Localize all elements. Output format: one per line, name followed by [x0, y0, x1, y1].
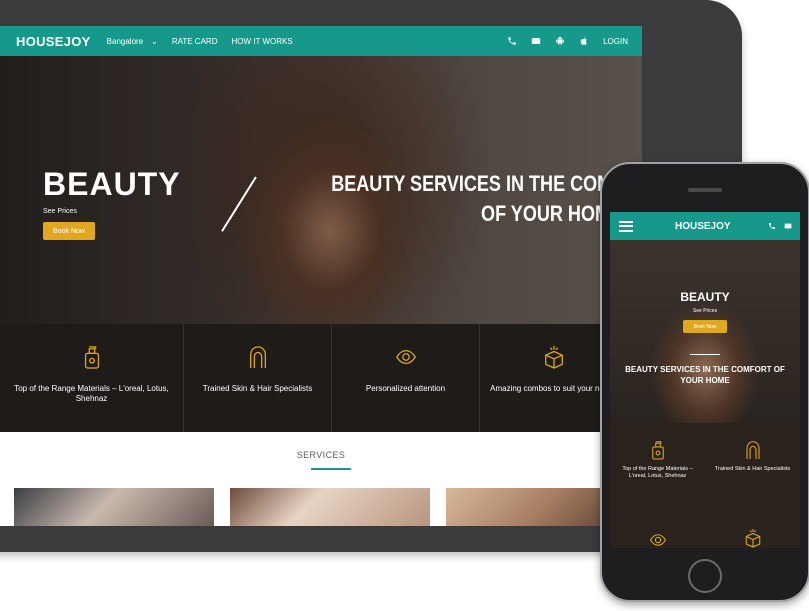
hero-tagline-line-1: BEAUTY SERVICES IN THE COMFORT [331, 171, 642, 196]
feature-item: Top of the Range Materials – L'oreal, Lo… [0, 324, 184, 432]
desktop-navbar: HOUSEJOY Bangalore ⌄ RATE CARD HOW IT WO… [0, 26, 642, 56]
city-selector[interactable]: Bangalore ⌄ [107, 37, 158, 46]
hero-divider [690, 354, 720, 355]
city-label: Bangalore [106, 36, 144, 46]
service-card-image[interactable] [230, 488, 430, 526]
housejoy-logo[interactable]: HOUSEJOY [16, 34, 91, 49]
hero-title: BEAUTY [680, 290, 730, 304]
mobile-navbar: HOUSEJOY [610, 212, 800, 240]
eye-icon [649, 529, 667, 548]
hair-icon [744, 439, 762, 461]
feature-text: Top of the Range Materials – L'oreal, Lo… [14, 384, 169, 403]
apple-icon[interactable] [579, 36, 589, 46]
feature-item [705, 527, 800, 548]
nav-link-rate-card[interactable]: RATE CARD [172, 37, 218, 46]
hair-icon [247, 344, 269, 370]
housejoy-logo[interactable]: HOUSEJOY [675, 221, 731, 232]
nav-link-how-it-works[interactable]: HOW IT WORKS [231, 37, 292, 46]
chevron-down-icon: ⌄ [151, 36, 158, 46]
phone-device-frame: HOUSEJOY BEAUTY See Prices Book Now BEAU… [600, 162, 809, 602]
feature-item: Trained Skin & Hair Specialists [705, 439, 800, 473]
feature-text: Top of the Range Materials – L'oreal, Lo… [622, 466, 693, 479]
product-bottle-icon [81, 344, 103, 370]
hero-tagline-line-2: OF YOUR HOM [481, 201, 610, 226]
mobile-hero-banner: BEAUTY See Prices Book Now BEAUTY SERVIC… [610, 240, 800, 423]
feature-text: Trained Skin & Hair Specialists [202, 384, 313, 393]
phone-speaker [688, 188, 722, 192]
hero-banner: BEAUTY See Prices Book Now BEAUTY SERVIC… [0, 56, 642, 324]
see-prices-link[interactable]: See Prices [610, 308, 800, 314]
feature-text: Trained Skin & Hair Specialists [714, 466, 791, 472]
features-strip: Top of the Range Materials – L'oreal, Lo… [0, 324, 642, 432]
android-icon[interactable] [555, 36, 565, 46]
phone-icon[interactable] [768, 222, 776, 230]
combo-box-icon [543, 344, 565, 370]
service-card-image[interactable] [14, 488, 214, 526]
combo-box-icon [744, 527, 762, 548]
mobile-screen: HOUSEJOY BEAUTY See Prices Book Now BEAU… [610, 212, 800, 548]
feature-item: Personalized attention [332, 324, 480, 432]
desktop-screen: HOUSEJOY Bangalore ⌄ RATE CARD HOW IT WO… [0, 26, 642, 526]
services-underline [311, 468, 351, 470]
phone-home-button[interactable] [688, 559, 722, 593]
mobile-features: Top of the Range Materials – L'oreal, Lo… [610, 423, 800, 548]
services-heading: SERVICES [296, 450, 346, 460]
hamburger-menu-icon[interactable] [619, 220, 633, 232]
book-now-button[interactable]: Book Now [683, 320, 727, 333]
hero-tagline: BEAUTY SERVICES IN THE COMFORT OF YOUR H… [331, 169, 642, 229]
feature-item: Top of the Range Materials – L'oreal, Lo… [610, 439, 705, 480]
product-bottle-icon [649, 439, 667, 461]
mail-icon[interactable] [531, 36, 541, 46]
book-now-button[interactable]: Book Now [43, 222, 95, 240]
phone-icon[interactable] [507, 36, 517, 46]
eye-icon [395, 344, 417, 370]
feature-item [610, 529, 705, 548]
mobile-navbar-actions [760, 222, 792, 230]
hero-tagline: BEAUTY SERVICES IN THE COMFORT OF YOUR H… [625, 365, 785, 385]
hero-title: BEAUTY [43, 166, 181, 202]
navbar-actions: LOGIN [493, 36, 628, 46]
feature-text: Personalized attention [365, 384, 446, 393]
login-link[interactable]: LOGIN [603, 37, 628, 46]
feature-item: Trained Skin & Hair Specialists [184, 324, 332, 432]
mail-icon[interactable] [784, 222, 792, 230]
see-prices-link[interactable]: See Prices [43, 208, 77, 215]
